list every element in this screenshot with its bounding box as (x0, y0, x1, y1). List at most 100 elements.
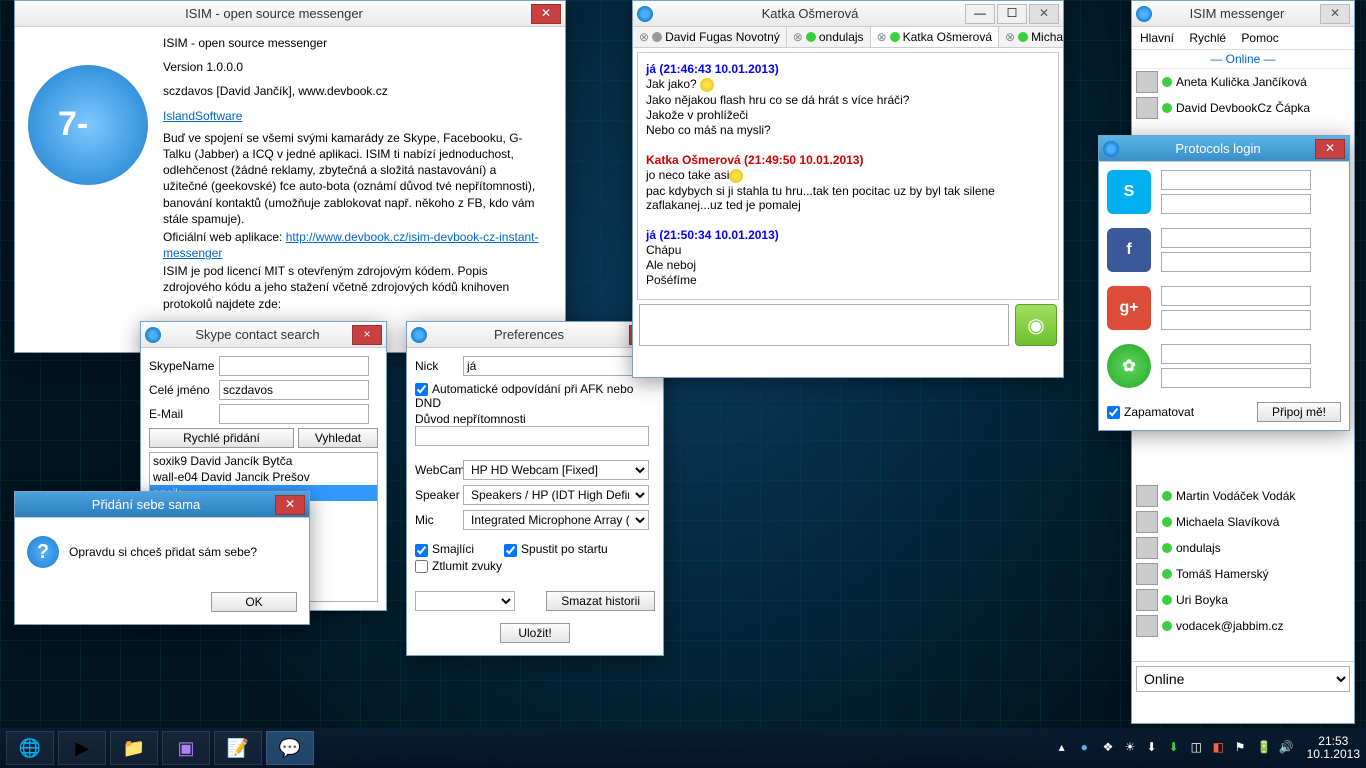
status-select[interactable]: Online (1136, 666, 1350, 692)
contact-row[interactable]: vodacek@jabbim.cz (1132, 613, 1354, 639)
startup-checkbox[interactable] (504, 544, 517, 557)
chat-tab[interactable]: ⊗ David Fugas Novotný (633, 27, 787, 47)
search-titlebar[interactable]: Skype contact search × (141, 322, 386, 348)
speaker-select[interactable]: Speakers / HP (IDT High Definition (463, 485, 649, 505)
chat-tab[interactable]: ⊗Katka Ošmerová (871, 27, 999, 47)
close-icon[interactable]: ✕ (275, 495, 305, 515)
message-text (646, 213, 1050, 227)
save-button[interactable]: Uložit! (500, 623, 570, 643)
menu-main[interactable]: Hlavní (1140, 31, 1174, 45)
contact-row[interactable]: David DevbookCz Čápka (1132, 95, 1354, 121)
send-button[interactable]: ◉ (1015, 304, 1057, 346)
icq-pass-input[interactable] (1161, 368, 1311, 388)
app-logo: 7- (28, 65, 148, 185)
label-fullname: Celé jméno (149, 383, 219, 397)
tray-icon[interactable]: ● (1081, 740, 1097, 756)
mic-select[interactable]: Integrated Microphone Array (IDT H (463, 510, 649, 530)
message-text: Pošéfíme (646, 273, 1050, 287)
reason-input[interactable] (415, 426, 649, 446)
tray-battery-icon[interactable]: 🔋 (1257, 740, 1273, 756)
label-mic: Mic (415, 513, 463, 527)
menu-help[interactable]: Pomoc (1241, 31, 1278, 45)
contact-row[interactable]: Martin Vodáček Vodák (1132, 483, 1354, 509)
webcam-select[interactable]: HP HD Webcam [Fixed] (463, 460, 649, 480)
addself-titlebar[interactable]: Přidání sebe sama ✕ (15, 492, 309, 518)
tab-close-icon[interactable]: ⊗ (1005, 30, 1015, 44)
search-button[interactable]: Vyhledat (298, 428, 378, 448)
contact-row[interactable]: Tomáš Hamerský (1132, 561, 1354, 587)
taskbar-isim[interactable]: 💬 (266, 731, 314, 765)
chat-titlebar[interactable]: Katka Ošmerová — ☐ ✕ (633, 1, 1063, 27)
online-group-header[interactable]: — Online — (1132, 50, 1354, 69)
prefs-titlebar[interactable]: Preferences × (407, 322, 663, 348)
about-heading: ISIM - open source messenger (163, 35, 541, 51)
auto-reply-checkbox[interactable] (415, 383, 428, 396)
contact-name: Michaela Slavíková (1176, 515, 1279, 529)
tray-volume-icon[interactable]: 🔊 (1279, 740, 1295, 756)
smiles-checkbox[interactable] (415, 544, 428, 557)
clear-history-button[interactable]: Smazat historii (546, 591, 655, 611)
taskbar-vs[interactable]: ▣ (162, 731, 210, 765)
chat-tab[interactable]: ⊗Michaela S (999, 27, 1063, 47)
close-icon[interactable]: ✕ (531, 4, 561, 24)
chat-input[interactable] (639, 304, 1009, 346)
search-result-row[interactable]: soxik9 David Jancík Bytča (150, 453, 377, 469)
skype-icon: S (1107, 170, 1151, 214)
skypename-input[interactable] (219, 356, 369, 376)
roster-titlebar[interactable]: ISIM messenger ✕ (1132, 1, 1354, 27)
skype-pass-input[interactable] (1161, 194, 1311, 214)
maximize-icon[interactable]: ☐ (997, 4, 1027, 24)
tray-icon[interactable]: ⬇ (1147, 740, 1163, 756)
close-icon[interactable]: × (352, 325, 382, 345)
fullname-input[interactable] (219, 380, 369, 400)
taskbar-media[interactable]: ▶ (58, 731, 106, 765)
contact-row[interactable]: ondulajs (1132, 535, 1354, 561)
tray-icon[interactable]: ◫ (1191, 740, 1207, 756)
connect-button[interactable]: Připoj mě! (1257, 402, 1341, 422)
avatar (1136, 589, 1158, 611)
taskbar-notepad[interactable]: 📝 (214, 731, 262, 765)
minimize-icon[interactable]: — (965, 4, 995, 24)
tray-icon[interactable]: ⚑ (1235, 740, 1251, 756)
tray-icon[interactable]: ❖ (1103, 740, 1119, 756)
history-select[interactable] (415, 591, 515, 611)
tab-close-icon[interactable]: ⊗ (793, 30, 803, 44)
close-icon[interactable]: ✕ (1320, 4, 1350, 24)
contact-name: ondulajs (1176, 541, 1221, 555)
fb-pass-input[interactable] (1161, 252, 1311, 272)
chat-tab[interactable]: ⊗ondulajs (787, 27, 871, 47)
tray-icon[interactable]: ◧ (1213, 740, 1229, 756)
login-titlebar[interactable]: Protocols login ✕ (1099, 136, 1349, 162)
remember-checkbox[interactable] (1107, 406, 1120, 419)
icq-user-input[interactable] (1161, 344, 1311, 364)
status-dot (1162, 595, 1172, 605)
taskbar-explorer[interactable]: 📁 (110, 731, 158, 765)
gplus-pass-input[interactable] (1161, 310, 1311, 330)
tray-icon[interactable]: ⬇ (1169, 740, 1185, 756)
contact-row[interactable]: Aneta Kulička Jančíková (1132, 69, 1354, 95)
menu-quick[interactable]: Rychlé (1189, 31, 1226, 45)
taskbar-chrome[interactable]: 🌐 (6, 731, 54, 765)
tray-icon[interactable]: ▴ (1059, 740, 1075, 756)
addself-ok-button[interactable]: OK (211, 592, 297, 612)
nick-input[interactable] (463, 356, 647, 376)
tab-close-icon[interactable]: ⊗ (877, 30, 887, 44)
message-text: jo neco take asi (646, 168, 1050, 183)
email-input[interactable] (219, 404, 369, 424)
taskbar-clock[interactable]: 21:53 10.1.2013 (1307, 735, 1360, 761)
tab-label: David Fugas Novotný (665, 30, 780, 44)
tab-close-icon[interactable]: ⊗ (639, 30, 649, 44)
about-link-island[interactable]: IslandSoftware (163, 109, 242, 123)
about-titlebar[interactable]: ISIM - open source messenger ✕ (15, 1, 565, 27)
search-result-row[interactable]: wall-e04 David Jancik Prešov (150, 469, 377, 485)
gplus-user-input[interactable] (1161, 286, 1311, 306)
contact-row[interactable]: Uri Boyka (1132, 587, 1354, 613)
skype-user-input[interactable] (1161, 170, 1311, 190)
tray-icon[interactable]: ☀ (1125, 740, 1141, 756)
close-icon[interactable]: ✕ (1029, 4, 1059, 24)
close-icon[interactable]: ✕ (1315, 139, 1345, 159)
contact-row[interactable]: Michaela Slavíková (1132, 509, 1354, 535)
quick-add-button[interactable]: Rychlé přidání (149, 428, 294, 448)
fb-user-input[interactable] (1161, 228, 1311, 248)
mute-checkbox[interactable] (415, 560, 428, 573)
